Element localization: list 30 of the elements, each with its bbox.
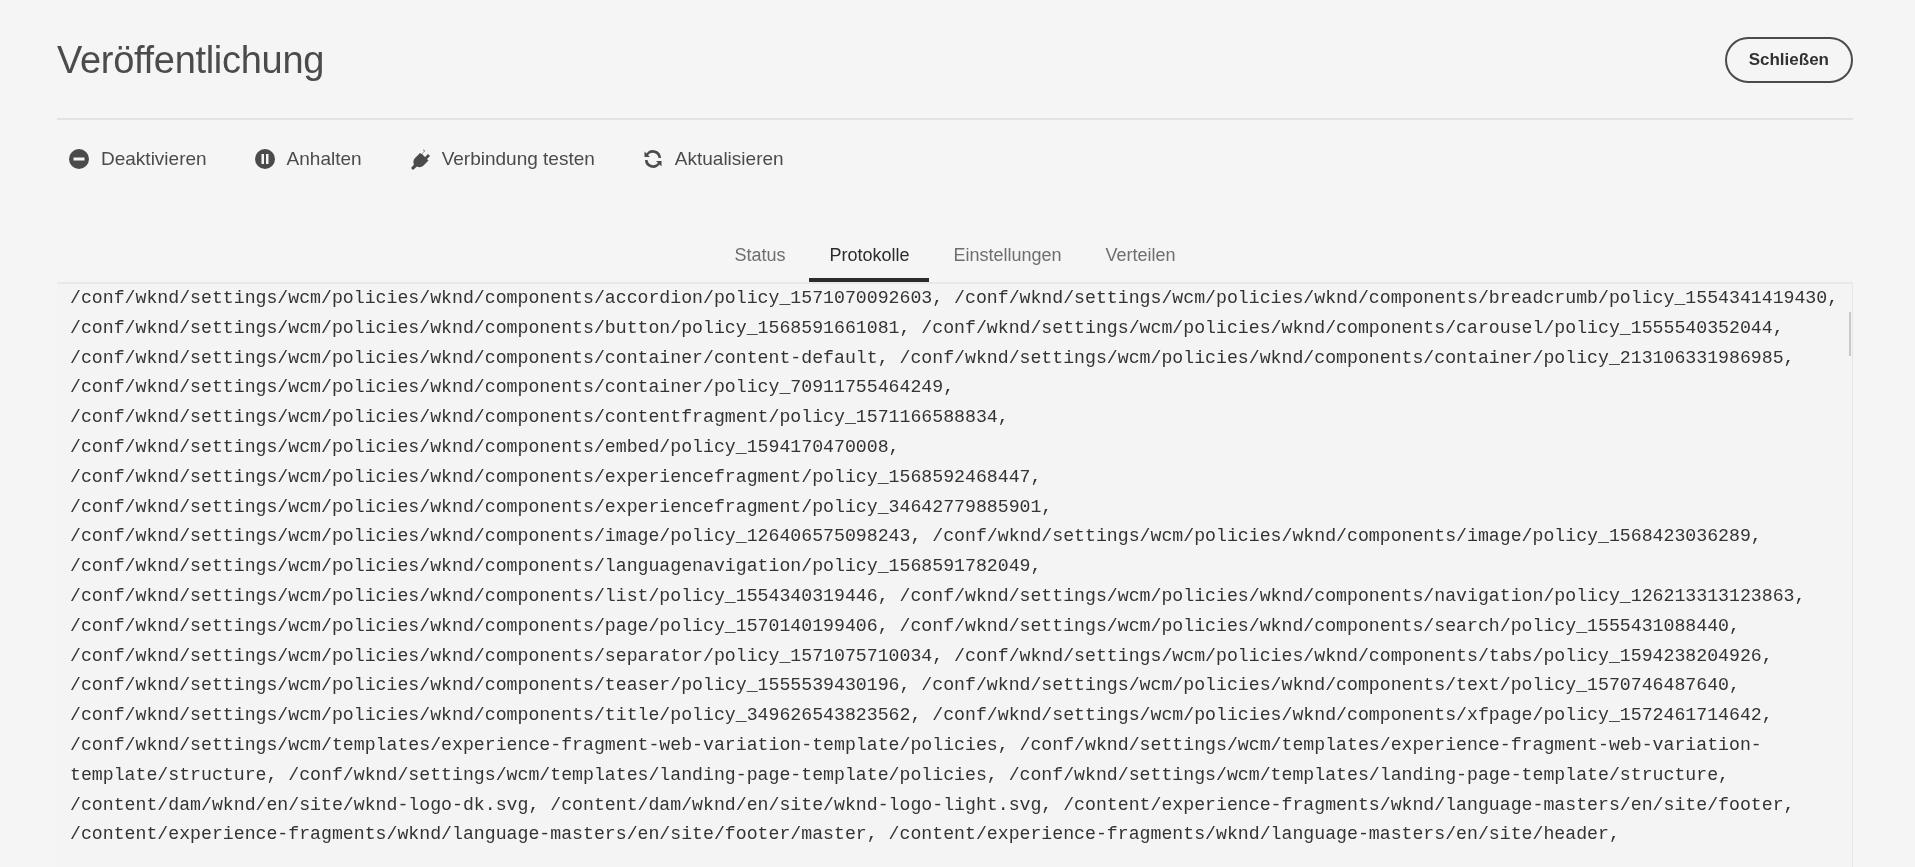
log-line: /conf/wknd/settings/wcm/policies/wknd/components/contentfragment/policy_1571166588834,: [70, 406, 1009, 430]
tab[interactable]: Verteilen: [1085, 232, 1196, 282]
log-line: /conf/wknd/settings/wcm/policies/wknd/components/embed/policy_1594170470008,: [70, 436, 900, 459]
log-line: template/structure, /conf/wknd/settings/wcm/templates/landing-page-template/policies, /conf/wknd/settings/wcm/templates/landing-page-template/structure,: [70, 763, 1729, 787]
log-line: /conf/wknd/settings/wcm/policies/wknd/components/button/policy_1568591661081, /conf/wknd/settings/wcm/policies/wknd/components/carousel/policy_1555540352044,: [70, 316, 1784, 340]
toolbar-button[interactable]: Verbindung testen: [397, 142, 605, 176]
log-line: /conf/wknd/settings/wcm/policies/wknd/components/accordion/policy_1571070092603, /conf/wknd/settings/wcm/policies/wknd/components/breadcrumb/policy_1554341419430,: [70, 287, 1839, 310]
log-line: /conf/wknd/settings/wcm/policies/wknd/components/teaser/policy_1555539430196, /conf/wknd/settings/wcm/policies/wknd/components/text/policy_1570746487640,: [70, 674, 1740, 698]
log-line: /conf/wknd/settings/wcm/policies/wknd/components/title/policy_349626543823562, /conf/wknd/settings/wcm/policies/wknd/components/xfpage/policy_1572461714642,: [70, 704, 1773, 728]
log-line: /conf/wknd/settings/wcm/policies/wknd/components/container/content-default, /conf/wknd/settings/wcm/policies/wknd/components/container/policy_213106331986985,: [70, 346, 1795, 370]
tab[interactable]: Status: [714, 232, 806, 282]
log-line: /conf/wknd/settings/wcm/policies/wknd/components/image/policy_126406575098243, /conf/wknd/settings/wcm/policies/wknd/components/image/policy_1568423036289,: [70, 525, 1762, 549]
close-button[interactable]: Schließen: [1724, 37, 1853, 83]
log-line: /conf/wknd/settings/wcm/policies/wknd/components/page/policy_1570140199406, /conf/wknd/settings/wcm/policies/wknd/components/search/policy_1555431088440,: [70, 614, 1740, 638]
log-line: /conf/wknd/settings/wcm/policies/wknd/components/experiencefragment/policy_1568592468447,: [70, 465, 1042, 489]
dialog-title: Veröffentlichung: [57, 38, 325, 82]
toolbar-button[interactable]: Aktualisieren: [630, 142, 794, 176]
log-line: /conf/wknd/settings/wcm/policies/wknd/components/list/policy_1554340319446, /conf/wknd/settings/wcm/policies/wknd/components/navigation/policy_126213313123863,: [70, 584, 1806, 608]
log-line: /conf/wknd/settings/wcm/templates/experience-fragment-web-variation-template/policies, /conf/wknd/settings/wcm/templates/experience-fragment-web-variation-: [70, 733, 1762, 757]
toolbar-button[interactable]: Deaktivieren: [57, 142, 217, 176]
log-line: /conf/wknd/settings/wcm/policies/wknd/components/separator/policy_1571075710034, /conf/wknd/settings/wcm/policies/wknd/components/tabs/policy_1594238204926,: [70, 644, 1773, 668]
pause-circle-icon: [252, 147, 277, 171]
log-line: /content/experience-fragments/wknd/language-masters/en/site/footer/master, /content/experience-fragments/wknd/language-masters/en/site/header,: [70, 823, 1620, 847]
log-line: /content/dam/wknd/en/site/wknd-logo-dk.svg, /content/dam/wknd/en/site/wknd-logo-light.svg, /content/experience-fragments/wknd/language-masters/en/site/footer,: [70, 793, 1795, 817]
log-line: /conf/wknd/settings/wcm/policies/wknd/components/experiencefragment/policy_34642779885901,: [70, 495, 1053, 519]
minus-circle-icon: [67, 147, 91, 171]
log-line: /conf/wknd/settings/wcm/policies/wknd/components/languagenavigation/policy_1568591782049,: [70, 555, 1042, 579]
log-line: /conf/wknd/settings/wcm/policies/wknd/components/container/policy_70911755464249,: [70, 376, 955, 400]
toolbar-button[interactable]: Anhalten: [242, 142, 372, 176]
tab[interactable]: Einstellungen: [933, 232, 1082, 282]
